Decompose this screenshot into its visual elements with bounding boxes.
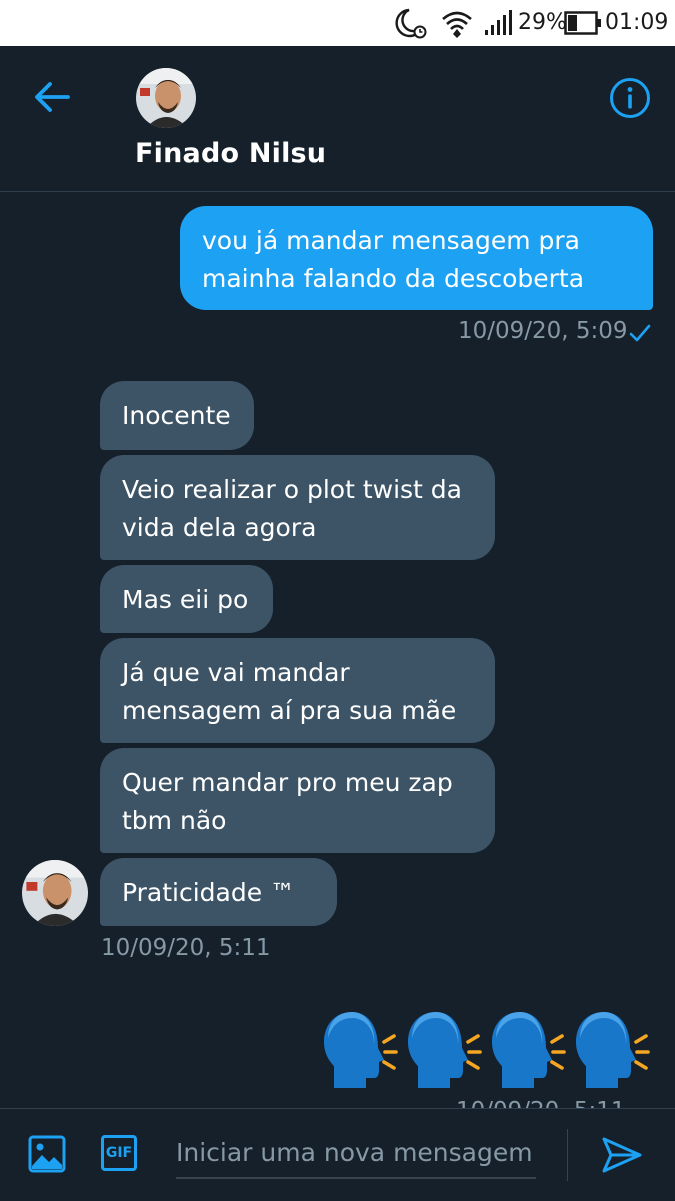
message-text: Já que vai mandar (122, 658, 350, 687)
gif-icon[interactable]: GIF (101, 1135, 137, 1171)
wifi-icon (442, 11, 472, 38)
message-bubble-received[interactable]: Praticidade ™ (100, 858, 337, 926)
message-bubble-received[interactable]: Inocente (100, 381, 254, 450)
message-text: mensagem aí pra sua mãe (122, 696, 457, 725)
message-text: Veio realizar o plot twist da (122, 475, 462, 504)
info-icon[interactable] (608, 76, 652, 120)
sent-check-icon (629, 324, 651, 342)
contact-name: Finado Nilsu (135, 138, 327, 169)
speaking-head-emoji-icon (492, 1012, 566, 1088)
message-text: Inocente (122, 401, 231, 430)
message-text: Praticidade ™ (122, 878, 296, 907)
battery-percent: 29% (518, 10, 567, 35)
message-input[interactable] (176, 1127, 536, 1179)
clock: 01:09 (605, 10, 669, 35)
message-text: tbm não (122, 806, 227, 835)
message-bubble-received[interactable]: Quer mandar pro meu zap tbm não (100, 748, 495, 853)
message-text: Quer mandar pro meu zap (122, 768, 453, 797)
message-text: vou já mandar mensagem pra (202, 226, 580, 255)
message-timestamp: 10/09/20, 5:11 (101, 935, 271, 961)
sender-avatar[interactable] (22, 860, 88, 926)
message-text: Mas eii po (122, 585, 249, 614)
message-text: mainha falando da descoberta (202, 264, 585, 293)
divider (567, 1129, 568, 1181)
message-composer: GIF (0, 1108, 675, 1201)
emoji-message[interactable] (322, 1008, 652, 1090)
message-timestamp: 10/09/20, 5:09 (458, 318, 628, 344)
moon-alarm-icon (395, 8, 427, 39)
message-bubble-received[interactable]: Veio realizar o plot twist da vida dela … (100, 455, 495, 560)
back-arrow-icon[interactable] (28, 76, 76, 118)
signal-icon (485, 10, 512, 35)
speaking-head-emoji-icon (576, 1012, 650, 1088)
message-bubble-received[interactable]: Mas eii po (100, 565, 273, 633)
message-bubble-received[interactable]: Já que vai mandar mensagem aí pra sua mã… (100, 638, 495, 743)
send-icon[interactable] (601, 1135, 643, 1175)
avatar[interactable] (136, 68, 196, 128)
battery-icon (564, 11, 601, 35)
status-bar: 29% 01:09 (0, 0, 675, 46)
speaking-head-emoji-icon (324, 1012, 398, 1088)
message-bubble-sent[interactable]: vou já mandar mensagem pra mainha faland… (180, 206, 653, 310)
gif-label: GIF (105, 1145, 133, 1161)
image-icon[interactable] (28, 1135, 66, 1173)
speaking-head-emoji-icon (408, 1012, 482, 1088)
message-text: vida dela agora (122, 513, 317, 542)
conversation-header: Finado Nilsu (0, 46, 675, 192)
